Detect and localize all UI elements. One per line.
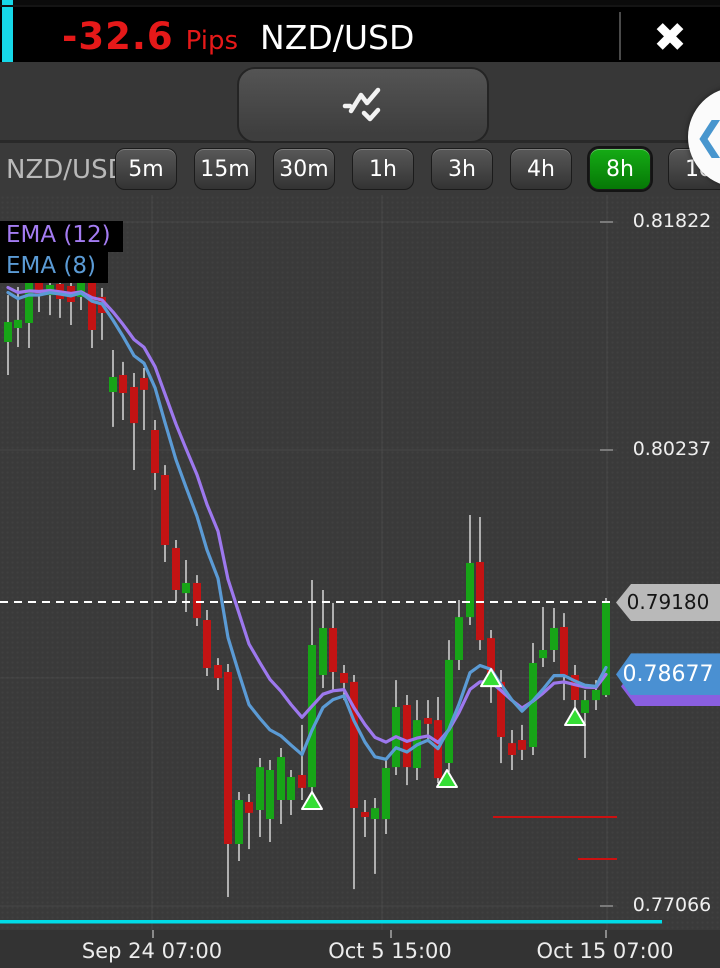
candle-body bbox=[550, 628, 558, 650]
level-price-tag: 0.79180 bbox=[616, 583, 720, 621]
chart-canvas bbox=[0, 195, 662, 930]
pips-value: -32.6 bbox=[62, 15, 174, 58]
timeframe-15m[interactable]: 15m bbox=[194, 148, 256, 190]
timeframe-30m[interactable]: 30m bbox=[273, 148, 335, 190]
time-axis-label: Sep 24 07:00 bbox=[81, 939, 223, 963]
buy-marker-triangle-icon bbox=[301, 791, 323, 810]
candle-body bbox=[539, 650, 547, 659]
timeframe-4h[interactable]: 4h bbox=[510, 148, 572, 190]
candle-body bbox=[602, 602, 610, 696]
position-summary: -32.6 Pips NZD/USD bbox=[62, 7, 414, 62]
candle-body bbox=[287, 777, 295, 800]
candle-body bbox=[14, 319, 22, 328]
price-axis-label: 0.77066 bbox=[632, 894, 712, 917]
candle-body bbox=[518, 740, 526, 750]
timeframe-3h[interactable]: 3h bbox=[431, 148, 493, 190]
candle-body bbox=[161, 475, 169, 545]
ema12-legend: EMA (12) bbox=[0, 221, 123, 252]
candle-body bbox=[455, 617, 463, 660]
candle-body bbox=[88, 277, 96, 330]
candle-body bbox=[4, 322, 12, 342]
candle-body bbox=[172, 548, 180, 590]
toolbar bbox=[0, 62, 720, 143]
candle-body bbox=[203, 620, 211, 668]
pips-unit-label: Pips bbox=[185, 26, 239, 56]
candle-body bbox=[445, 659, 453, 763]
candle-body bbox=[319, 628, 327, 675]
candle-body bbox=[308, 645, 316, 788]
header-accent-bar bbox=[2, 0, 13, 62]
candle-body bbox=[266, 770, 274, 819]
candle-body bbox=[130, 387, 138, 424]
chart-type-button[interactable] bbox=[237, 67, 489, 143]
candle-body bbox=[560, 627, 568, 675]
timeframe-5m[interactable]: 5m bbox=[115, 148, 177, 190]
chevron-left-icon: ❮ bbox=[694, 114, 720, 158]
ema-line-12 bbox=[6, 285, 608, 745]
time-tick bbox=[605, 930, 607, 938]
line-chart-icon bbox=[342, 87, 381, 122]
time-tick bbox=[152, 930, 154, 938]
ema-line-8 bbox=[6, 290, 608, 761]
candle-body bbox=[214, 665, 222, 679]
candle-body bbox=[329, 628, 337, 672]
timeframe-1h[interactable]: 1h bbox=[352, 148, 414, 190]
candle-body bbox=[25, 282, 33, 323]
time-axis-label: Oct 5 15:00 bbox=[328, 939, 452, 963]
candle-body bbox=[508, 743, 516, 755]
candle-body bbox=[424, 718, 432, 724]
candle-body bbox=[182, 583, 190, 594]
candle-body bbox=[403, 705, 411, 768]
timeframe-symbol-label: NZD/USD bbox=[6, 155, 128, 185]
header-divider bbox=[619, 12, 621, 60]
candle-body bbox=[140, 378, 148, 390]
price-chart[interactable]: EMA (12) EMA (8) 0.79180 0.78677 0.81822… bbox=[0, 195, 720, 930]
ema8-legend: EMA (8) bbox=[0, 252, 109, 283]
time-axis-label: Oct 15 07:00 bbox=[536, 939, 674, 963]
candle-body bbox=[382, 768, 390, 820]
trading-app-window: -32.6 Pips NZD/USD ✖ NZD/USD 5m 15m 30m 1h 3… bbox=[0, 0, 720, 968]
cyan-baseline bbox=[0, 920, 662, 924]
timeframe-bar: NZD/USD 5m15m30m1h3h4h8h1d bbox=[0, 146, 720, 195]
close-icon: ✖ bbox=[653, 15, 687, 61]
current-price-tag: 0.78677 bbox=[616, 653, 720, 696]
time-axis: Sep 24 07:00 Oct 5 15:00 Oct 15 07:00 bbox=[0, 930, 720, 968]
candle-body bbox=[466, 563, 474, 618]
candle-body bbox=[592, 690, 600, 701]
timeframe-buttons: 5m15m30m1h3h4h8h1d bbox=[115, 148, 720, 190]
candle-body bbox=[361, 812, 369, 817]
price-axis-label: 0.81822 bbox=[632, 210, 712, 232]
candle-body bbox=[277, 757, 285, 800]
candle-body bbox=[245, 802, 253, 813]
close-button[interactable]: ✖ bbox=[638, 14, 702, 62]
candle-body bbox=[119, 375, 127, 393]
candle-body bbox=[371, 808, 379, 819]
candle-body bbox=[224, 672, 232, 844]
candle-body bbox=[256, 767, 264, 810]
candle-body bbox=[298, 775, 306, 788]
timeframe-8h[interactable]: 8h bbox=[589, 148, 651, 190]
header-symbol: NZD/USD bbox=[260, 18, 415, 57]
candle-body bbox=[109, 377, 117, 392]
candle-body bbox=[340, 673, 348, 683]
candle-body bbox=[151, 430, 159, 473]
candle-body bbox=[235, 800, 243, 844]
price-axis-label: 0.80237 bbox=[632, 437, 712, 460]
candle-body bbox=[193, 583, 201, 619]
time-tick bbox=[390, 930, 392, 938]
candle-body bbox=[581, 700, 589, 713]
